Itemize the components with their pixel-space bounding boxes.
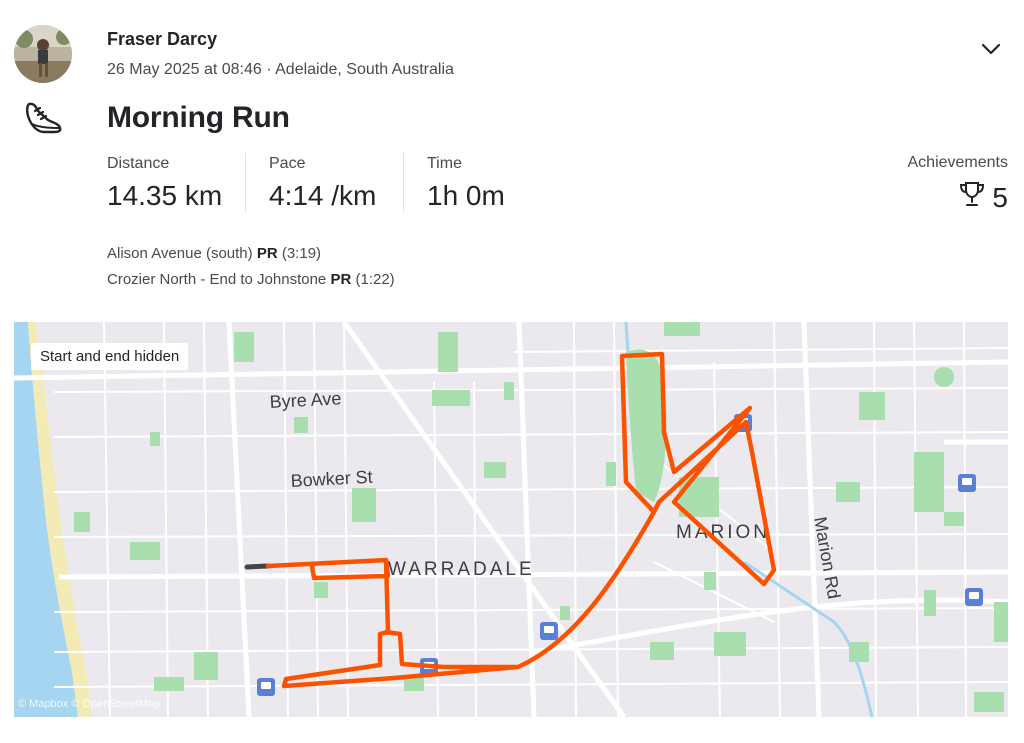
stat-time: Time 1h 0m [427, 155, 505, 212]
stat-divider [245, 153, 246, 213]
segment-name[interactable]: Alison Avenue (south) [107, 245, 253, 262]
stat-divider [403, 153, 404, 213]
activity-title[interactable]: Morning Run [107, 101, 290, 135]
running-shoe-icon [24, 100, 64, 136]
achievements-label: Achievements [907, 154, 1009, 171]
stat-label: Time [427, 155, 462, 172]
train-station-icon [965, 588, 983, 606]
privacy-badge: Start and end hidden [31, 343, 189, 370]
map-label-marion: MARION [676, 522, 770, 543]
map-attribution[interactable]: © Mapbox © OpenStreetMap [18, 698, 160, 710]
stat-value: 14.35 km [107, 180, 223, 211]
avatar[interactable] [14, 25, 72, 83]
pr-badge: PR [256, 245, 278, 262]
activity-meta: 26 May 2025 at 08:46 · Adelaide, South A… [107, 61, 454, 78]
stat-value: 4:14 /km [269, 180, 377, 211]
segment-time: (3:19) [281, 245, 322, 262]
route-map[interactable]: Byre Ave Bowker St WARRADALE MARION Mari… [14, 322, 1008, 717]
stat-value: 1h 0m [427, 180, 505, 211]
stat-distance: Distance 14.35 km [107, 155, 222, 212]
segment-list: Alison Avenue (south) PR (3:19) Crozier … [107, 241, 395, 293]
pr-badge: PR [330, 271, 352, 288]
chevron-down-icon[interactable] [978, 36, 1004, 62]
achievements[interactable]: Achievements 5 [908, 154, 1009, 215]
trophy-icon [958, 180, 992, 215]
segment-item[interactable]: Alison Avenue (south) PR (3:19) [107, 241, 395, 267]
map-label-byre-ave: Byre Ave [269, 388, 342, 412]
stat-label: Pace [269, 155, 306, 172]
segment-time: (1:22) [355, 271, 395, 288]
achievements-count: 5 [992, 181, 1008, 213]
segment-item[interactable]: Crozier North - End to Johnstone PR (1:2… [107, 267, 395, 293]
train-station-icon [540, 622, 558, 640]
athlete-name[interactable]: Fraser Darcy [107, 29, 217, 50]
train-station-icon [958, 474, 976, 492]
segment-name[interactable]: Crozier North - End to Johnstone [107, 271, 326, 288]
stat-pace: Pace 4:14 /km [269, 155, 376, 212]
train-station-icon [257, 678, 275, 696]
map-label-warradale: WARRADALE [388, 559, 535, 580]
stat-label: Distance [107, 155, 170, 172]
